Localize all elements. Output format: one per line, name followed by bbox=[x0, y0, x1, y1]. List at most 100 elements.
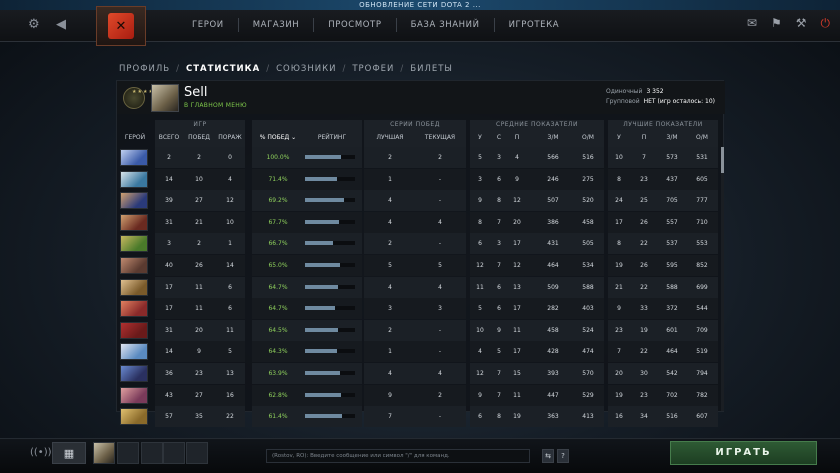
cell-axpm: 516 bbox=[582, 154, 594, 161]
play-button[interactable]: ИГРАТЬ bbox=[670, 441, 817, 465]
cell-ba: 23 bbox=[640, 391, 648, 399]
col-best-kills[interactable]: У bbox=[612, 134, 626, 141]
table-row[interactable]: 36 23 13 63.9% 4 4 12 7 15 393 570 20 30 542 794 bbox=[117, 363, 719, 384]
table-row[interactable]: 31 20 11 64.5% 2 - 10 9 11 458 524 23 19 601 709 bbox=[117, 319, 719, 341]
cell-losses: 0 bbox=[228, 154, 232, 161]
table-row[interactable]: 39 27 12 69.2% 4 - 9 8 12 507 520 24 25 705 777 bbox=[117, 190, 719, 212]
table-row[interactable]: 14 10 4 71.4% 1 - 3 6 9 246 275 8 23 437 605 bbox=[117, 168, 719, 190]
hero-portrait[interactable] bbox=[120, 278, 148, 296]
party-slot[interactable] bbox=[186, 442, 208, 464]
mmr-block: Одиночный 3 352 Групповой НЕТ (игр осталос… bbox=[606, 87, 715, 107]
col-current-streak[interactable]: ТЕКУЩАЯ bbox=[417, 134, 463, 141]
cell-ad: 6 bbox=[497, 305, 501, 313]
col-avg-deaths[interactable]: С bbox=[492, 134, 506, 141]
table-group-header: ИГР СЕРИИ ПОБЕД СРЕДНИЕ ПОКАЗАТЕЛИ ЛУЧШИ… bbox=[117, 120, 725, 148]
col-winpct[interactable]: % ПОБЕД ⌄ bbox=[255, 134, 301, 141]
table-row[interactable]: 31 21 10 67.7% 4 4 8 7 20 386 458 17 26 557 710 bbox=[117, 211, 719, 233]
tab-profile[interactable]: ПРОФИЛЬ bbox=[119, 64, 170, 74]
nav-store[interactable]: МАГАЗИН bbox=[237, 18, 314, 32]
cell-bxpm: 709 bbox=[696, 326, 708, 334]
col-hero[interactable]: ГЕРОЙ bbox=[120, 134, 150, 141]
col-rating[interactable]: РЕЙТИНГ bbox=[307, 134, 357, 141]
hero-portrait[interactable] bbox=[120, 257, 148, 274]
table-row[interactable]: 2 2 0 100.0% 2 2 5 3 4 566 516 10 7 573 531 bbox=[117, 147, 719, 168]
cell-agpm: 566 bbox=[547, 154, 559, 161]
tab-trophies[interactable]: ТРОФЕИ bbox=[352, 64, 394, 74]
tab-statistics[interactable]: СТАТИСТИКА bbox=[186, 64, 260, 74]
armory-icon[interactable]: ⚑ bbox=[771, 16, 782, 31]
col-avg-gpm[interactable]: З/М bbox=[538, 134, 568, 141]
power-icon[interactable]: ⏻ bbox=[821, 16, 831, 31]
col-avg-kills[interactable]: У bbox=[473, 134, 487, 141]
scrollbar-thumb[interactable] bbox=[721, 147, 724, 173]
table-row[interactable]: 40 26 14 65.0% 5 5 12 7 12 464 534 19 26 595 852 bbox=[117, 255, 719, 276]
stats-panel: ★★★★ Sell В ГЛАВНОМ МЕНЮ Одиночный 3 352 … bbox=[116, 80, 725, 428]
col-losses[interactable]: ПОРАЖ bbox=[215, 134, 245, 141]
table-row[interactable]: 43 27 16 62.8% 9 2 9 7 11 447 529 19 23 702 782 bbox=[117, 384, 719, 406]
hero-portrait[interactable] bbox=[120, 408, 148, 426]
tab-allies[interactable]: СОЮЗНИКИ bbox=[276, 64, 336, 74]
party-slot[interactable] bbox=[163, 442, 185, 464]
chat-help-button[interactable]: ? bbox=[557, 449, 569, 463]
party-slot-self[interactable] bbox=[93, 442, 115, 464]
back-icon[interactable]: ◀ bbox=[56, 17, 66, 32]
party-icon[interactable]: ▦ bbox=[52, 442, 86, 464]
signal-icon[interactable]: ((•)) bbox=[30, 447, 52, 458]
hero-portrait[interactable] bbox=[120, 192, 148, 210]
dota-logo-button[interactable]: ✕ bbox=[96, 6, 146, 46]
table-row[interactable]: 3 2 1 66.7% 2 - 6 3 17 431 505 8 22 537 553 bbox=[117, 233, 719, 255]
hero-portrait[interactable] bbox=[120, 235, 148, 253]
hero-portrait[interactable] bbox=[120, 300, 148, 318]
cell-aa: 15 bbox=[513, 370, 521, 377]
table-row[interactable]: 17 11 6 64.7% 3 3 5 6 17 282 403 9 33 372 544 bbox=[117, 298, 719, 320]
gear-icon[interactable]: ⚙ bbox=[28, 17, 40, 32]
table-row[interactable]: 17 11 6 64.7% 4 4 11 6 13 509 588 21 22 588 699 bbox=[117, 276, 719, 298]
cell-agpm: 428 bbox=[547, 348, 559, 356]
hero-portrait[interactable] bbox=[120, 365, 148, 382]
cell-current: - bbox=[438, 197, 442, 205]
col-best-assists[interactable]: П bbox=[637, 134, 651, 141]
party-slot[interactable] bbox=[141, 442, 163, 464]
nav-heroes[interactable]: ГЕРОИ bbox=[178, 18, 238, 32]
col-best-streak[interactable]: ЛУЧШАЯ bbox=[367, 134, 413, 141]
hero-portrait[interactable] bbox=[120, 149, 148, 166]
solo-mmr-value: 3 352 bbox=[646, 88, 664, 95]
cell-ba: 22 bbox=[640, 348, 648, 356]
nav-watch[interactable]: ПРОСМОТР bbox=[313, 18, 395, 32]
col-best-xpm[interactable]: О/М bbox=[687, 134, 717, 141]
settings-tools-icon[interactable]: ⚒ bbox=[796, 16, 807, 31]
hero-portrait[interactable] bbox=[120, 321, 148, 339]
nav-knowledge-base[interactable]: БАЗА ЗНАНИЙ bbox=[395, 18, 494, 32]
col-total[interactable]: ВСЕГО bbox=[155, 134, 183, 141]
rank-medal-icon[interactable]: ★★★★ bbox=[123, 87, 153, 109]
tab-tickets[interactable]: БИЛЕТЫ bbox=[410, 64, 453, 74]
cell-wins: 27 bbox=[195, 391, 203, 399]
cell-losses: 6 bbox=[228, 283, 232, 291]
hero-portrait[interactable] bbox=[120, 170, 148, 188]
hero-portrait[interactable] bbox=[120, 386, 148, 404]
table-row[interactable]: 57 35 22 61.4% 7 - 6 8 19 363 413 16 34 516 607 bbox=[117, 406, 719, 428]
chat-input[interactable]: (Rostov, RO): Введите сообщение или симв… bbox=[266, 449, 530, 463]
cell-ba: 26 bbox=[640, 218, 648, 226]
col-wins[interactable]: ПОБЕД bbox=[185, 134, 213, 141]
mail-icon[interactable]: ✉ bbox=[747, 16, 757, 31]
nav-arcade[interactable]: ИГРОТЕКА bbox=[493, 18, 574, 32]
cell-best: 1 bbox=[388, 175, 392, 183]
col-avg-xpm[interactable]: О/М bbox=[573, 134, 603, 141]
party-slot[interactable] bbox=[117, 442, 139, 464]
avatar[interactable] bbox=[151, 84, 179, 112]
table-row[interactable]: 14 9 5 64.3% 1 - 4 5 17 428 474 7 22 464 519 bbox=[117, 341, 719, 363]
cell-agpm: 393 bbox=[547, 370, 559, 377]
col-avg-assists[interactable]: П bbox=[510, 134, 524, 141]
hero-portrait[interactable] bbox=[120, 343, 148, 361]
top-right-icons: ✉ ⚑ ⚒ ⏻ bbox=[747, 16, 830, 31]
col-winpct-label: % ПОБЕД bbox=[259, 134, 290, 141]
cell-bxpm: 852 bbox=[696, 262, 708, 269]
cell-winpct: 69.2% bbox=[268, 197, 288, 205]
cell-bxpm: 710 bbox=[696, 218, 708, 226]
hero-portrait[interactable] bbox=[120, 213, 148, 231]
chat-channel-button[interactable]: ⇆ bbox=[542, 449, 554, 463]
cell-wins: 21 bbox=[195, 218, 203, 226]
col-best-gpm[interactable]: З/М bbox=[657, 134, 687, 141]
table-scrollbar[interactable] bbox=[721, 147, 724, 411]
